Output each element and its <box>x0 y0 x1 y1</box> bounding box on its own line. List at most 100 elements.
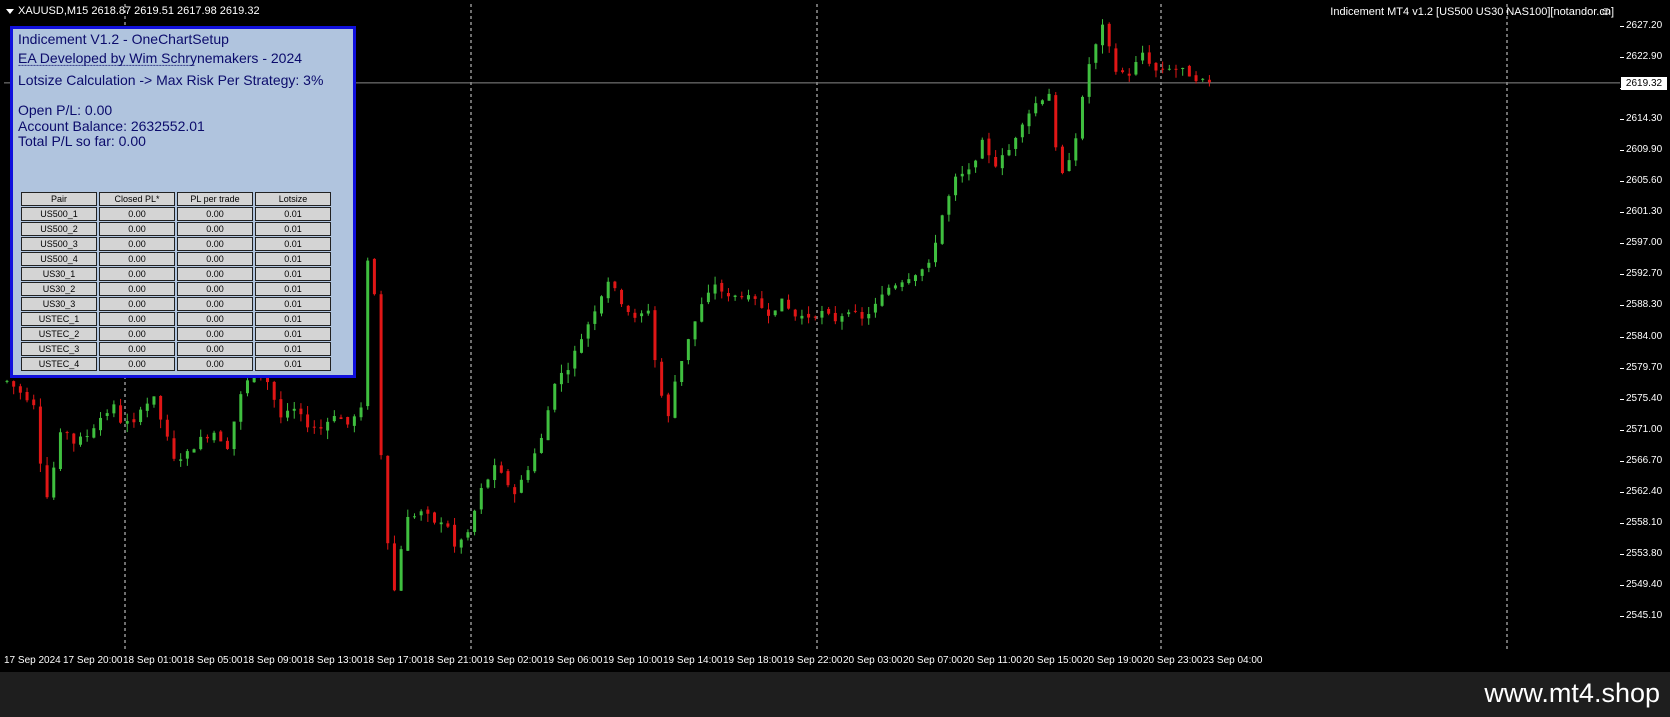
candle-body <box>132 419 136 423</box>
candle-body <box>1114 48 1118 72</box>
candle-body <box>426 509 430 514</box>
candle-body <box>406 516 410 551</box>
price-tick-label: 2558.10 <box>1626 516 1663 528</box>
candle-body <box>1074 138 1078 161</box>
table-cell: 0.00 <box>99 342 175 356</box>
candle-body <box>145 403 149 411</box>
candle-body <box>125 421 129 424</box>
candle-body <box>780 298 784 312</box>
candle-body <box>606 281 610 299</box>
candle-body <box>412 516 416 518</box>
table-cell: 0.00 <box>99 357 175 371</box>
candle-body <box>179 459 183 461</box>
candle-body <box>1080 96 1084 139</box>
candle-body <box>660 361 664 396</box>
time-tick-label: 19 Sep 06:00 <box>543 655 603 666</box>
pl-table-header-cell: PL per trade <box>177 192 253 206</box>
time-axis[interactable]: 17 Sep 2024 17 Sep 20:00 18 Sep 01:00 18 Se… <box>4 652 1670 672</box>
candle-body <box>1167 68 1171 70</box>
table-cell: USTEC_1 <box>21 312 97 326</box>
candle-body <box>800 315 804 319</box>
candle-body <box>579 339 583 353</box>
table-row: US500_1 0.00 0.00 0.01 <box>21 207 331 221</box>
candle-body <box>706 292 710 303</box>
price-tick-mark <box>1620 119 1624 121</box>
indicator-title: Indicement MT4 v1.2 [US500 US30 NAS100][… <box>1330 6 1614 18</box>
price-tick-mark <box>1620 181 1624 183</box>
candle-body <box>493 465 497 481</box>
table-cell: 0.01 <box>255 312 331 326</box>
time-tick-label: 19 Sep 02:00 <box>483 655 543 666</box>
candle-body <box>907 279 911 284</box>
candle-body <box>1201 78 1205 80</box>
price-tick-label: 2627.20 <box>1626 20 1663 31</box>
smiley-icon[interactable]: ☺ <box>1600 5 1612 17</box>
price-tick-mark <box>1620 398 1624 400</box>
candle-body <box>620 289 624 305</box>
candle-body <box>1174 68 1178 70</box>
candle-body <box>52 467 56 498</box>
candle-body <box>1054 95 1058 148</box>
candle-body <box>446 523 450 527</box>
price-tick-label: 2597.00 <box>1626 237 1663 249</box>
candle-body <box>105 413 109 416</box>
candle-body <box>72 433 76 444</box>
price-tick-label: 2622.90 <box>1626 51 1663 63</box>
candle-body <box>900 282 904 287</box>
candle-body <box>833 312 837 322</box>
candle-body <box>139 409 143 423</box>
table-cell: 0.01 <box>255 267 331 281</box>
table-cell: USTEC_2 <box>21 327 97 341</box>
price-tick-label: 2566.70 <box>1626 454 1663 466</box>
candle-body <box>733 295 737 297</box>
candle-body <box>479 488 483 510</box>
pl-table-header-cell: Closed PL* <box>99 192 175 206</box>
table-cell: 0.01 <box>255 327 331 341</box>
table-row: US500_2 0.00 0.00 0.01 <box>21 222 331 236</box>
candle-body <box>613 281 617 289</box>
time-tick-label: 18 Sep 05:00 <box>183 655 243 666</box>
candle-body <box>225 440 229 449</box>
price-tick-mark <box>1620 57 1624 59</box>
candle-body <box>12 381 16 387</box>
table-cell: 0.00 <box>99 222 175 236</box>
candle-body <box>1027 113 1031 127</box>
price-tick-mark <box>1620 460 1624 462</box>
table-cell: 0.00 <box>99 207 175 221</box>
price-tick-label: 2584.00 <box>1626 330 1663 342</box>
candle-body <box>346 417 350 425</box>
price-tick-mark <box>1620 212 1624 214</box>
candle-body <box>1141 52 1145 61</box>
table-cell: US30_1 <box>21 267 97 281</box>
candle-body <box>1154 62 1158 71</box>
dropdown-triangle-icon[interactable] <box>6 8 14 14</box>
candle-body <box>1014 137 1018 149</box>
candle-body <box>633 312 637 318</box>
table-cell: 0.01 <box>255 222 331 236</box>
pl-table-body: US500_1 0.00 0.00 0.01 US500_2 0.00 0.00 0.01 US… <box>21 207 331 371</box>
candle-body <box>172 438 176 459</box>
footer-bar: www.mt4.shop <box>0 672 1670 717</box>
table-cell: 0.00 <box>177 207 253 221</box>
ea-info-panel: Indicement V1.2 - OneChartSetup EA Devel… <box>10 26 356 378</box>
table-row: USTEC_3 0.00 0.00 0.01 <box>21 342 331 356</box>
candle-body <box>18 386 22 393</box>
candle-body <box>1107 23 1111 47</box>
candle-body <box>192 449 196 453</box>
candle-body <box>807 313 811 318</box>
candle-body <box>25 391 29 401</box>
table-cell: USTEC_4 <box>21 357 97 371</box>
table-cell: US500_1 <box>21 207 97 221</box>
candle-body <box>666 394 670 417</box>
time-tick-label: 18 Sep 21:00 <box>423 655 483 666</box>
price-axis[interactable]: 2627.202622.902618.602614.302609.902605.… <box>1620 4 1670 652</box>
candle-body <box>205 436 209 439</box>
candle-body <box>760 298 764 308</box>
candle-body <box>199 436 203 450</box>
time-tick-label: 18 Sep 17:00 <box>363 655 423 666</box>
time-tick-label: 20 Sep 07:00 <box>903 655 963 666</box>
candle-body <box>92 428 96 438</box>
candle-body <box>593 311 597 324</box>
table-cell: 0.01 <box>255 282 331 296</box>
candle-body <box>459 539 463 548</box>
